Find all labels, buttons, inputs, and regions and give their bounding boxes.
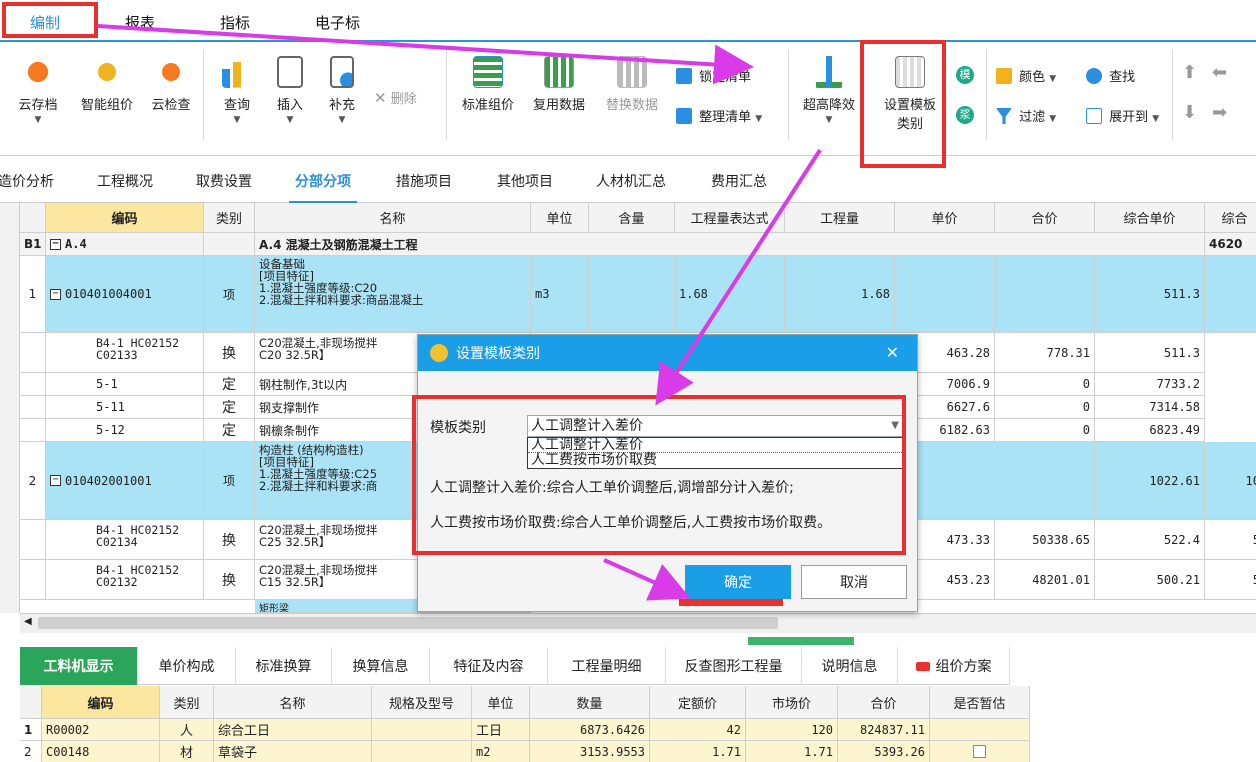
annotation-arrows bbox=[97, 24, 822, 601]
arrow-to-ok-button bbox=[603, 558, 691, 601]
arrow-toolbar-to-dialog bbox=[655, 148, 822, 406]
arrow-edit-to-toolbar bbox=[97, 24, 754, 85]
